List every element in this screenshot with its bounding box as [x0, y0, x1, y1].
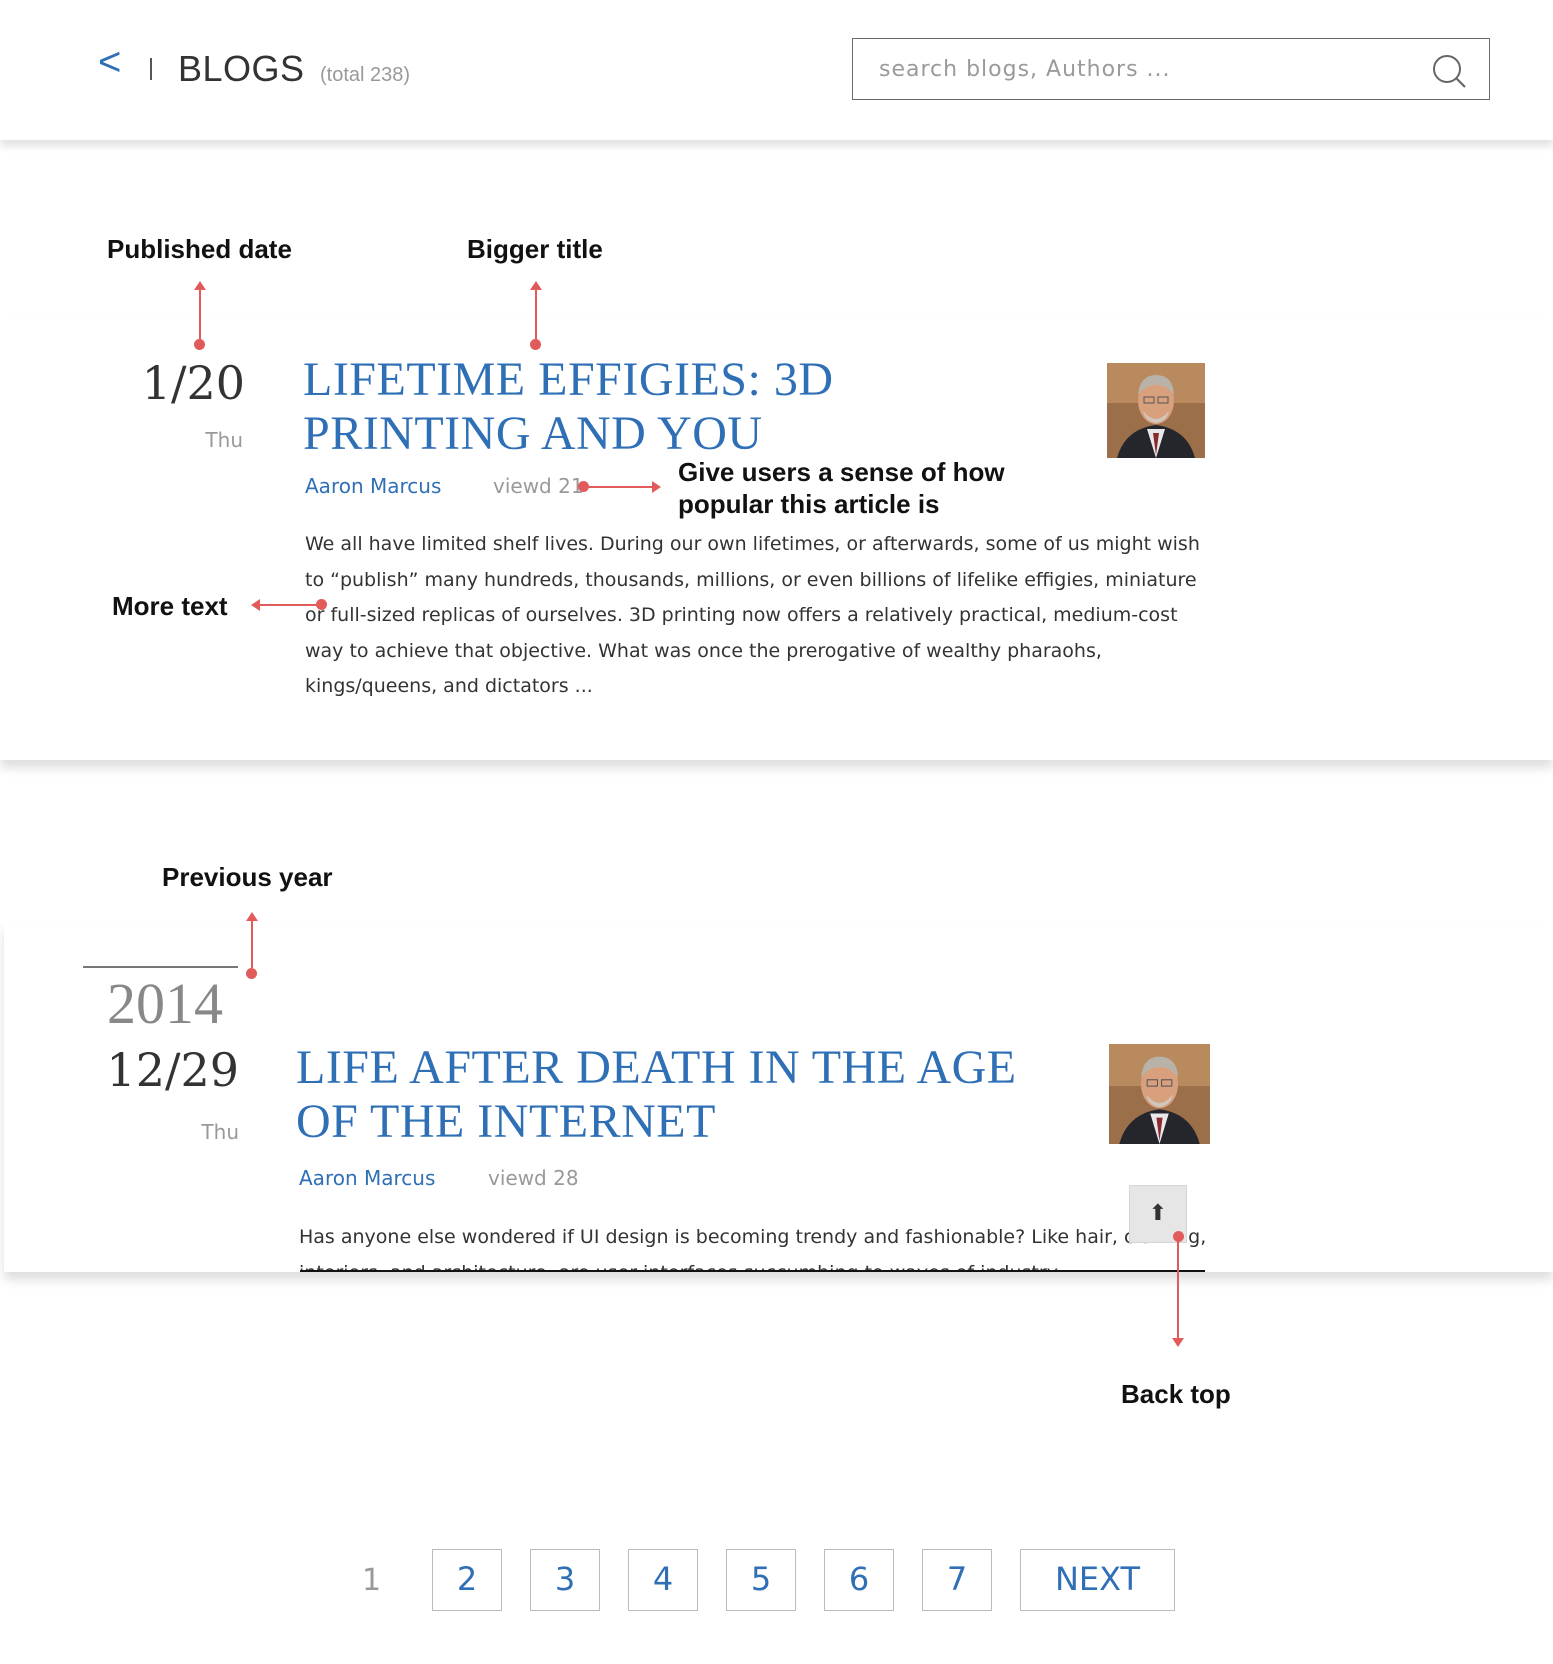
author-photo [1107, 363, 1205, 458]
page-button-5[interactable]: 5 [726, 1549, 796, 1611]
search-icon[interactable] [1431, 53, 1467, 89]
blog-post-card: 2014 12/29 Thu LIFE AFTER DEATH IN THE A… [4, 922, 1553, 1272]
post-title[interactable]: LIFE AFTER DEATH IN THE AGE OF THE INTER… [296, 1041, 1076, 1149]
annotation-dot [530, 339, 541, 350]
annotation-dot [316, 599, 327, 610]
post-date: 12/29 [106, 1043, 239, 1097]
page-button-4[interactable]: 4 [628, 1549, 698, 1611]
card-bottom-edge [300, 1270, 1205, 1272]
author-avatar[interactable] [1109, 1044, 1210, 1144]
post-day: Thu [205, 428, 243, 452]
annotation-bigger-title: Bigger title [467, 234, 603, 264]
post-day: Thu [201, 1120, 239, 1144]
annotation-more-text: More text [112, 591, 228, 621]
page-button-7[interactable]: 7 [922, 1549, 992, 1611]
post-excerpt: Has anyone else wondered if UI design is… [299, 1226, 1206, 1272]
annotation-dot [246, 968, 257, 979]
annotation-line [584, 486, 654, 488]
annotation-popularity: Give users a sense of how popular this a… [678, 457, 1005, 519]
page-button-2[interactable]: 2 [432, 1549, 502, 1611]
post-date: 1/20 [141, 356, 245, 410]
annotation-back-top: Back top [1121, 1379, 1231, 1409]
annotation-published-date: Published date [107, 234, 292, 264]
post-author[interactable]: Aaron Marcus [299, 1166, 435, 1190]
annotation-arrowhead [194, 281, 206, 290]
annotation-line [259, 604, 319, 606]
year-divider [83, 966, 238, 968]
annotation-line [535, 289, 537, 344]
current-page: 1 [362, 1563, 382, 1598]
next-page-button[interactable]: NEXT [1020, 1549, 1175, 1611]
post-views: viewd 28 [488, 1166, 579, 1190]
total-count: (total 238) [320, 64, 411, 86]
back-button[interactable]: < [98, 40, 121, 85]
top-bar: < BLOGS (total 238) [0, 0, 1553, 140]
author-avatar[interactable] [1107, 363, 1205, 458]
year-label: 2014 [107, 971, 223, 1036]
annotation-arrowhead [530, 281, 542, 290]
annotation-line [199, 289, 201, 344]
annotation-arrowhead [652, 481, 661, 493]
annotation-previous-year: Previous year [162, 862, 333, 892]
post-title[interactable]: LIFETIME EFFIGIES: 3D PRINTING AND YOU [303, 353, 1063, 461]
page-title: BLOGS [178, 48, 305, 89]
post-excerpt: We all have limited shelf lives. During … [305, 533, 1200, 697]
search-input[interactable] [879, 53, 1419, 85]
annotation-arrowhead [1172, 1338, 1184, 1347]
search-box [852, 38, 1490, 100]
annotation-dot [194, 339, 205, 350]
page-button-6[interactable]: 6 [824, 1549, 894, 1611]
post-views: viewd 21 [493, 474, 584, 498]
page-button-3[interactable]: 3 [530, 1549, 600, 1611]
author-photo [1109, 1044, 1210, 1144]
annotation-line [1177, 1240, 1179, 1340]
header-divider [150, 58, 152, 80]
annotation-line [251, 920, 253, 968]
post-author[interactable]: Aaron Marcus [305, 474, 441, 498]
